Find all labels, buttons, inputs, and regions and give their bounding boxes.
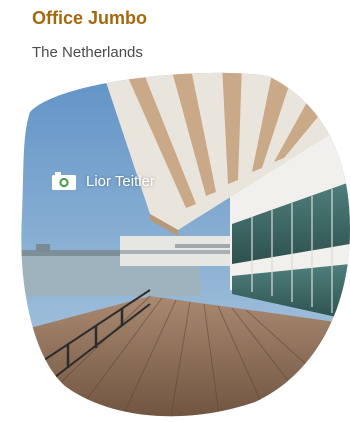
- camera-icon: [52, 172, 76, 190]
- photo-credit-name: Lior Teitler: [86, 172, 155, 190]
- project-title[interactable]: Office Jumbo: [32, 8, 147, 29]
- project-photo-image: [21, 72, 350, 417]
- project-location: The Netherlands: [32, 44, 143, 61]
- photo-credit[interactable]: Lior Teitler: [52, 172, 155, 190]
- project-photo[interactable]: Lior Teitler: [0, 64, 350, 422]
